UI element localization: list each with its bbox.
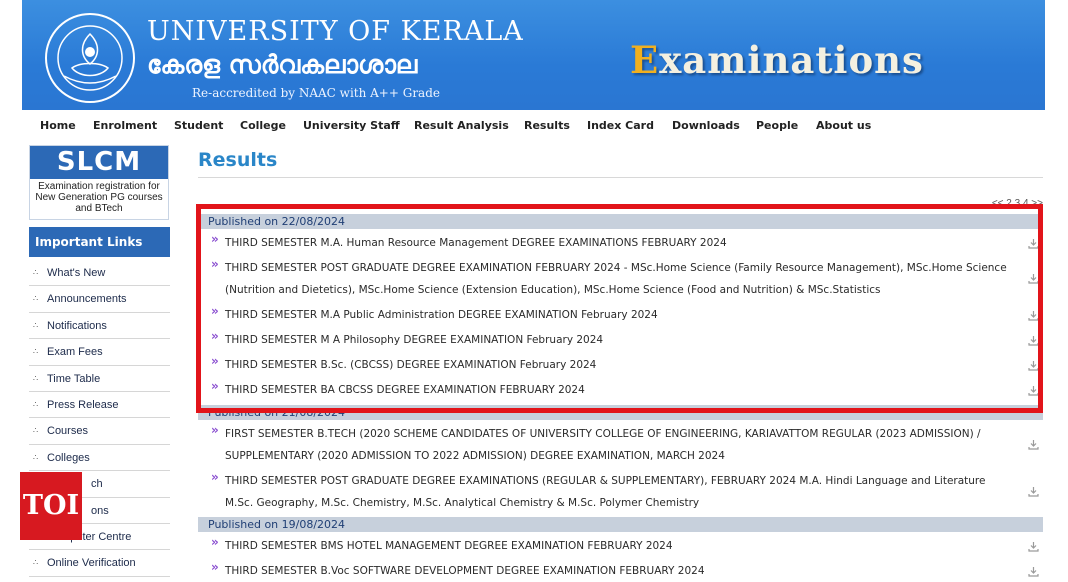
- result-item-text: THIRD SEMESTER B.Sc. (CBCSS) DEGREE EXAM…: [225, 359, 597, 371]
- result-item[interactable]: » THIRD SEMESTER BA CBCSS DEGREE EXAMINA…: [198, 379, 1043, 401]
- bullet-icon: ∴: [33, 347, 39, 357]
- important-links-heading: Important Links: [29, 227, 170, 257]
- result-item-text: THIRD SEMESTER POST GRADUATE DEGREE EXAM…: [225, 475, 986, 509]
- double-chevron-icon: »: [211, 423, 219, 437]
- toi-watermark-logo: TOI: [20, 472, 82, 540]
- result-item[interactable]: » THIRD SEMESTER B.Voc SOFTWARE DEVELOPM…: [198, 560, 1043, 582]
- download-icon[interactable]: [1028, 238, 1039, 249]
- bullet-icon: ∴: [33, 558, 39, 568]
- result-item[interactable]: » THIRD SEMESTER BMS HOTEL MANAGEMENT DE…: [198, 535, 1043, 557]
- university-name-malayalam: കേരള സർവകലാശാല: [147, 50, 418, 79]
- bullet-icon: ∴: [33, 294, 39, 304]
- double-chevron-icon: »: [211, 560, 219, 574]
- nav-item-results[interactable]: Results: [524, 119, 570, 132]
- accreditation-text: Re-accredited by NAAC with A++ Grade: [192, 86, 440, 100]
- double-chevron-icon: »: [211, 232, 219, 246]
- nav-item-people[interactable]: People: [756, 119, 798, 132]
- published-date-header: Published on 22/08/2024: [198, 214, 1043, 229]
- double-chevron-icon: »: [211, 329, 219, 343]
- nav-item-result-analysis[interactable]: Result Analysis: [414, 119, 509, 132]
- nav-item-index-card[interactable]: Index Card: [587, 119, 654, 132]
- result-item[interactable]: » THIRD SEMESTER M.A Public Administrati…: [198, 304, 1043, 326]
- bullet-icon: ∴: [33, 373, 39, 383]
- download-icon[interactable]: [1028, 310, 1039, 321]
- result-item[interactable]: » THIRD SEMESTER POST GRADUATE DEGREE EX…: [198, 257, 1043, 301]
- double-chevron-icon: »: [211, 535, 219, 549]
- published-date-header: Published on 19/08/2024: [198, 517, 1043, 532]
- slcm-description: Examination registration for New Generat…: [35, 181, 163, 214]
- result-item-text: FIRST SEMESTER B.TECH (2020 SCHEME CANDI…: [225, 428, 981, 462]
- section-title: Examinations: [630, 38, 924, 82]
- download-icon[interactable]: [1028, 486, 1039, 497]
- double-chevron-icon: »: [211, 470, 219, 484]
- double-chevron-icon: »: [211, 257, 219, 271]
- title-divider: [198, 177, 1043, 178]
- nav-item-home[interactable]: Home: [40, 119, 76, 132]
- result-item-text: THIRD SEMESTER BMS HOTEL MANAGEMENT DEGR…: [225, 540, 673, 552]
- double-chevron-icon: »: [211, 379, 219, 393]
- download-icon[interactable]: [1028, 439, 1039, 450]
- nav-item-college[interactable]: College: [240, 119, 286, 132]
- slcm-banner-link[interactable]: SLCM Examination registration for New Ge…: [29, 145, 169, 220]
- header-banner: UNIVERSITY OF KERALA കേരള സർവകലാശാല Re-a…: [22, 0, 1045, 110]
- bullet-icon: ∴: [33, 268, 39, 277]
- main-nav: Home Enrolment Student College Universit…: [22, 110, 1045, 140]
- result-item-text: THIRD SEMESTER M A Philosophy DEGREE EXA…: [225, 334, 604, 346]
- nav-item-downloads[interactable]: Downloads: [672, 119, 740, 132]
- pagination[interactable]: << 2 3 4 >>: [992, 198, 1043, 209]
- sidebar-item-announcements[interactable]: ∴ Announcements: [29, 286, 170, 313]
- download-icon[interactable]: [1028, 566, 1039, 577]
- sidebar-item-exam-fees[interactable]: ∴ Exam Fees: [29, 339, 170, 366]
- nav-item-about-us[interactable]: About us: [816, 119, 871, 132]
- download-icon[interactable]: [1028, 273, 1039, 284]
- university-seal-logo: [45, 13, 135, 103]
- result-item-text: THIRD SEMESTER B.Voc SOFTWARE DEVELOPMEN…: [225, 565, 705, 577]
- result-item[interactable]: » THIRD SEMESTER M.A. Human Resource Man…: [198, 232, 1043, 254]
- result-item-text: THIRD SEMESTER M.A. Human Resource Manag…: [225, 237, 727, 249]
- page-title: Results: [198, 149, 278, 171]
- result-item-text: THIRD SEMESTER BA CBCSS DEGREE EXAMINATI…: [225, 384, 585, 396]
- sidebar-item-online-verification[interactable]: ∴ Online Verification: [29, 550, 170, 577]
- double-chevron-icon: »: [211, 304, 219, 318]
- result-item-text: THIRD SEMESTER POST GRADUATE DEGREE EXAM…: [225, 262, 1007, 296]
- nav-item-enrolment[interactable]: Enrolment: [93, 119, 157, 132]
- bullet-icon: ∴: [33, 452, 39, 462]
- nav-item-university-staff[interactable]: University Staff: [303, 119, 400, 132]
- sidebar-item-colleges[interactable]: ∴ Colleges: [29, 445, 170, 472]
- sidebar-item-courses[interactable]: ∴ Courses: [29, 418, 170, 445]
- double-chevron-icon: »: [211, 354, 219, 368]
- result-item[interactable]: » THIRD SEMESTER B.Sc. (CBCSS) DEGREE EX…: [198, 354, 1043, 376]
- result-item-text: THIRD SEMESTER M.A Public Administration…: [225, 309, 658, 321]
- sidebar-item-time-table[interactable]: ∴ Time Table: [29, 366, 170, 392]
- bullet-icon: ∴: [33, 426, 39, 436]
- university-name-english: UNIVERSITY OF KERALA: [147, 16, 524, 47]
- download-icon[interactable]: [1028, 385, 1039, 396]
- bullet-icon: ∴: [33, 320, 39, 330]
- result-item[interactable]: » THIRD SEMESTER POST GRADUATE DEGREE EX…: [198, 470, 1043, 514]
- sidebar-item-notifications[interactable]: ∴ Notifications: [29, 313, 170, 340]
- page: UNIVERSITY OF KERALA കേരള സർവകലാശാല Re-a…: [22, 0, 1045, 580]
- nav-item-student[interactable]: Student: [174, 119, 223, 132]
- published-date-header: Published on 21/08/2024: [198, 405, 1043, 420]
- slcm-title: SLCM: [30, 146, 168, 179]
- download-icon[interactable]: [1028, 360, 1039, 371]
- download-icon[interactable]: [1028, 335, 1039, 346]
- bullet-icon: ∴: [33, 399, 39, 409]
- result-item[interactable]: » THIRD SEMESTER M A Philosophy DEGREE E…: [198, 329, 1043, 351]
- sidebar-item-whats-new[interactable]: ∴ What's New: [29, 260, 170, 287]
- sidebar-item-press-release[interactable]: ∴ Press Release: [29, 392, 170, 419]
- result-item[interactable]: » FIRST SEMESTER B.TECH (2020 SCHEME CAN…: [198, 423, 1043, 467]
- download-icon[interactable]: [1028, 541, 1039, 552]
